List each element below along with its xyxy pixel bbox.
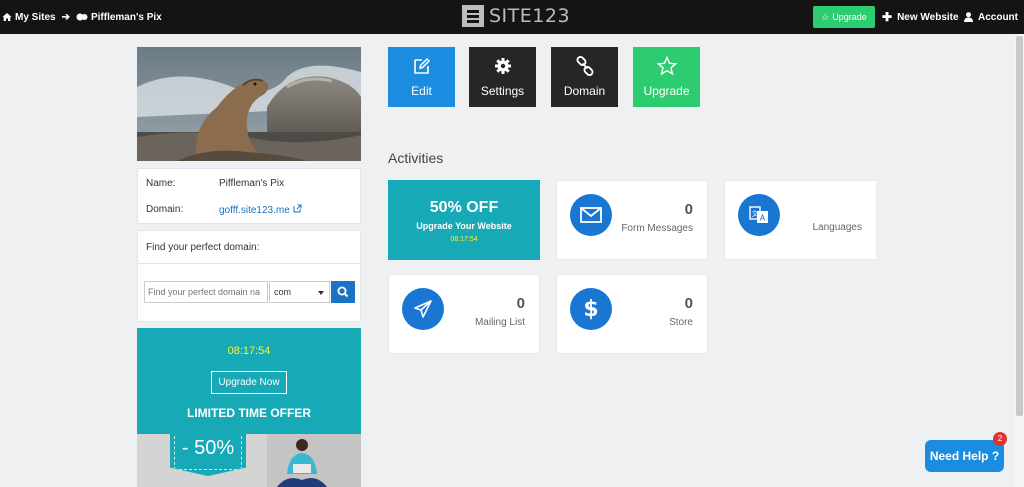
site-preview-image[interactable] xyxy=(137,47,361,161)
mailing-list-label: Mailing List xyxy=(474,317,525,328)
home-icon[interactable] xyxy=(2,12,12,22)
limited-offer-headline: LIMITED TIME OFFER xyxy=(187,406,311,420)
top-upgrade-button[interactable]: ☆ Upgrade xyxy=(813,6,875,28)
mailing-list-tile[interactable]: 0 Mailing List xyxy=(388,274,540,354)
form-messages-label: Form Messages xyxy=(621,223,693,234)
sale-countdown: 08:17:54 xyxy=(450,236,478,243)
breadcrumb-current-site[interactable]: Piffleman's Pix xyxy=(91,12,162,23)
star-outline-icon: ☆ xyxy=(821,11,830,22)
form-messages-tile[interactable]: 0 Form Messages xyxy=(556,180,708,260)
limited-offer-banner: 08:17:54 Upgrade Now LIMITED TIME OFFER xyxy=(137,328,361,434)
domain-label-button: Domain xyxy=(563,84,606,98)
store-label: Store xyxy=(669,317,693,328)
domain-search-card: Find your perfect domain: com xyxy=(137,230,361,322)
translate-icon-circle: A文 xyxy=(738,194,780,236)
sea-lion-photo xyxy=(137,47,361,161)
name-label: Name: xyxy=(146,178,176,189)
top-navigation-bar: My Sites ➔ Piffleman's Pix SITE123 ☆ Upg… xyxy=(0,0,1024,34)
dollar-icon: $ xyxy=(583,296,599,322)
page-scrollbar-thumb[interactable] xyxy=(1016,36,1023,416)
domain-search-input[interactable] xyxy=(144,281,268,303)
new-website-link[interactable]: ✚ New Website xyxy=(882,0,959,34)
logo-text: SITE123 xyxy=(489,5,571,27)
upgrade-button[interactable]: Upgrade xyxy=(633,47,700,107)
offer-countdown: 08:17:54 xyxy=(227,345,271,357)
discount-ribbon: - 50% xyxy=(170,434,246,476)
domain-search-button[interactable] xyxy=(331,281,355,303)
settings-button[interactable]: Settings xyxy=(469,47,536,107)
paper-plane-icon xyxy=(414,300,432,318)
settings-label: Settings xyxy=(480,84,525,98)
external-link-icon xyxy=(293,204,302,213)
domain-link-text: gofff.site123.me xyxy=(219,205,290,216)
domain-label: Domain: xyxy=(146,204,184,215)
site-icon xyxy=(76,13,88,21)
plus-icon: ✚ xyxy=(882,10,893,24)
site-info-card: Name: Piffleman's Pix Domain: gofff.site… xyxy=(137,168,361,224)
divider xyxy=(138,263,360,264)
translate-icon: A文 xyxy=(749,206,768,223)
svg-text:A: A xyxy=(760,214,766,223)
user-icon xyxy=(964,12,973,22)
svg-text:文: 文 xyxy=(752,209,759,218)
account-link[interactable]: Account xyxy=(964,0,1018,34)
sale-headline: 50% OFF xyxy=(429,199,499,216)
promo-image[interactable]: - 50% xyxy=(137,434,361,487)
envelope-icon-circle xyxy=(570,194,612,236)
gear-icon xyxy=(494,58,511,74)
envelope-icon xyxy=(580,207,602,223)
domain-search-title: Find your perfect domain: xyxy=(146,242,260,253)
link-icon xyxy=(576,56,593,76)
tld-selected-value: com xyxy=(274,287,292,297)
upgrade-label: Upgrade xyxy=(643,84,690,98)
domain-link[interactable]: gofff.site123.me xyxy=(219,204,302,216)
top-upgrade-label: Upgrade xyxy=(832,12,867,22)
star-icon xyxy=(656,56,677,76)
edit-label: Edit xyxy=(411,84,432,98)
mailing-list-count: 0 xyxy=(516,295,525,312)
languages-label: Languages xyxy=(812,222,863,233)
logo-mark-icon xyxy=(462,5,484,27)
sale-subtitle: Upgrade Your Website xyxy=(416,221,512,231)
arrow-right-icon: ➔ xyxy=(61,11,70,23)
help-notification-badge: 2 xyxy=(993,432,1007,446)
edit-button[interactable]: Edit xyxy=(388,47,455,107)
caret-down-icon xyxy=(318,291,324,295)
need-help-label: Need Help ? xyxy=(929,449,1000,463)
site-name-value: Piffleman's Pix xyxy=(219,178,285,189)
breadcrumb: My Sites ➔ Piffleman's Pix xyxy=(2,0,162,34)
tld-select[interactable]: com xyxy=(269,281,330,303)
upgrade-now-button[interactable]: Upgrade Now xyxy=(211,371,287,394)
domain-button[interactable]: Domain xyxy=(551,47,618,107)
form-messages-count: 0 xyxy=(684,201,693,218)
store-count: 0 xyxy=(684,295,693,312)
edit-icon xyxy=(413,57,430,74)
languages-tile[interactable]: A文 Languages xyxy=(724,180,877,260)
account-label: Account xyxy=(978,11,1018,23)
sale-tile[interactable]: 50% OFF Upgrade Your Website 08:17:54 xyxy=(388,180,540,260)
store-tile[interactable]: $ 0 Store xyxy=(556,274,708,354)
breadcrumb-my-sites[interactable]: My Sites xyxy=(15,12,56,23)
paper-plane-icon-circle xyxy=(402,288,444,330)
activities-heading: Activities xyxy=(388,150,444,166)
site123-logo[interactable]: SITE123 xyxy=(462,5,570,27)
new-website-label: New Website xyxy=(897,11,959,23)
dollar-icon-circle: $ xyxy=(570,288,612,330)
search-icon xyxy=(337,286,349,298)
need-help-button[interactable]: Need Help ? xyxy=(925,440,1004,472)
